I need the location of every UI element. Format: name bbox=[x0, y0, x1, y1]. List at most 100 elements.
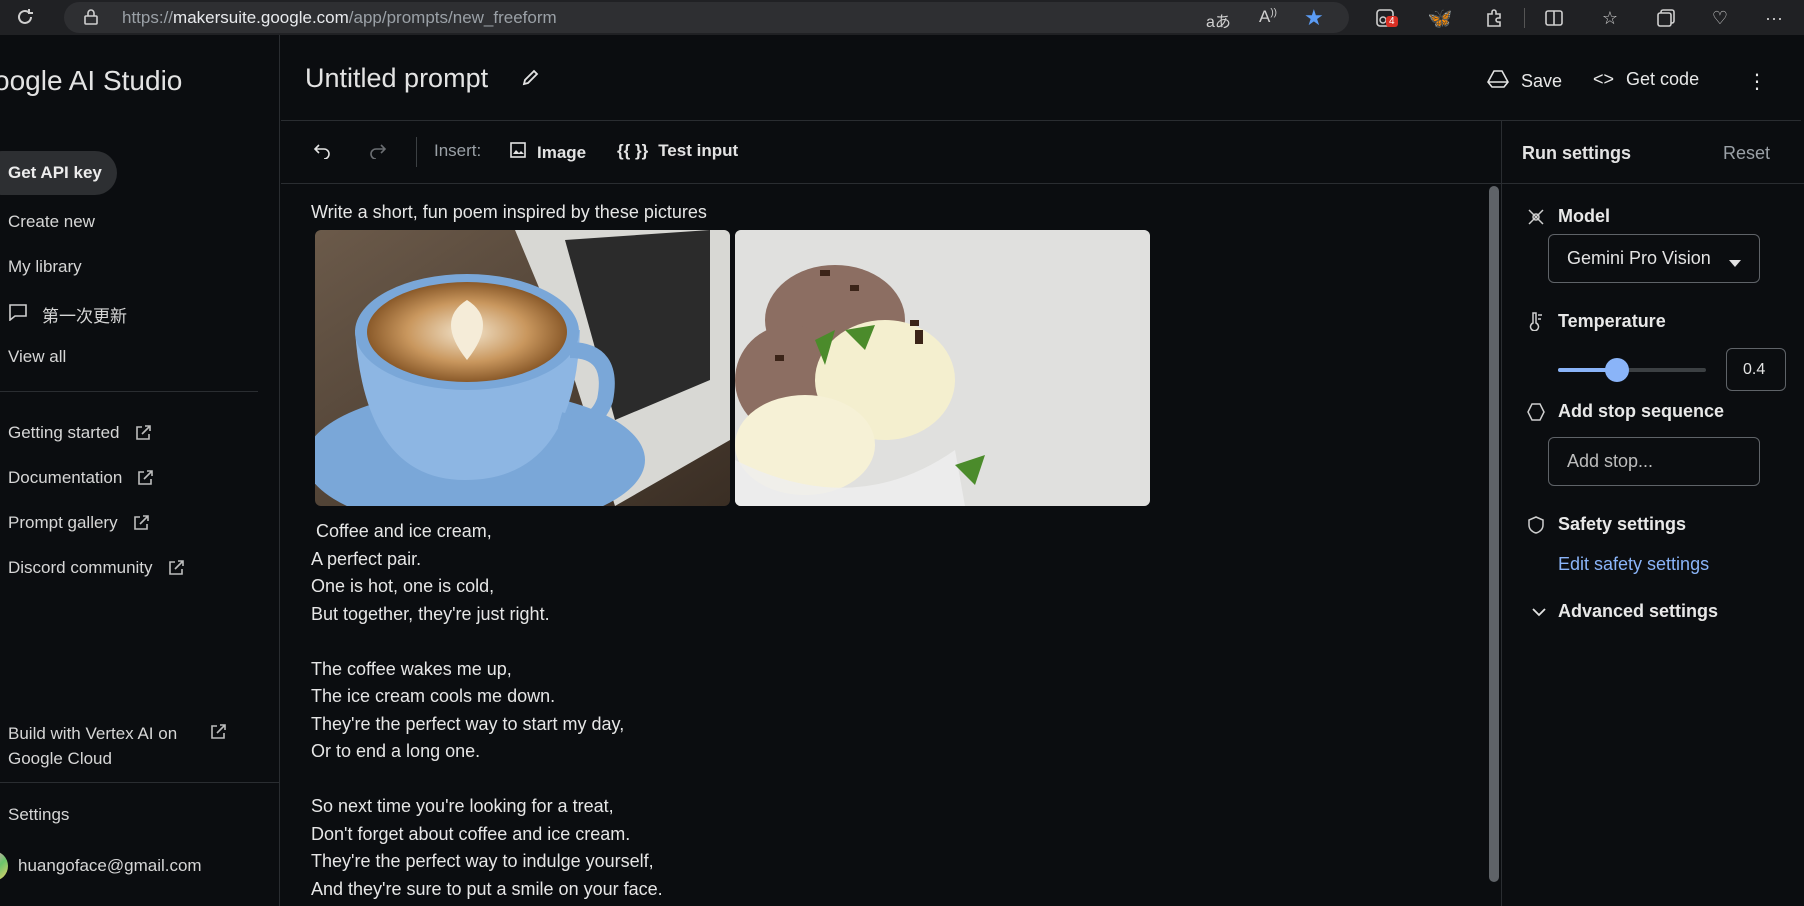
model-value: Gemini Pro Vision bbox=[1567, 248, 1711, 268]
advanced-settings-toggle[interactable]: Advanced settings bbox=[1558, 601, 1718, 622]
stop-sequence-label: Add stop sequence bbox=[1558, 401, 1725, 421]
vertex-ai-label: Build with Vertex AI on Google Cloud bbox=[8, 721, 177, 771]
temperature-label: Temperature bbox=[1558, 311, 1666, 331]
vertex-line-1: Build with Vertex AI on bbox=[8, 724, 178, 743]
discord-label: Discord community bbox=[8, 558, 153, 577]
sidebar-item-create-new[interactable]: Create new bbox=[8, 212, 95, 232]
documentation-label: Documentation bbox=[8, 468, 123, 487]
prompt-title[interactable]: Untitled prompt bbox=[305, 63, 488, 94]
sidebar-item-prompt-gallery[interactable]: Prompt gallery bbox=[8, 513, 150, 533]
favorites-icon[interactable]: ☆ bbox=[1598, 6, 1622, 30]
url-host: makersuite.google.com bbox=[173, 7, 349, 27]
external-link-icon bbox=[136, 469, 154, 487]
hexagon-stop-icon bbox=[1526, 402, 1546, 427]
model-icon bbox=[1526, 207, 1546, 232]
shield-icon bbox=[1526, 515, 1546, 540]
code-icon: <> bbox=[1593, 69, 1615, 89]
split-screen-icon[interactable] bbox=[1542, 6, 1566, 30]
braces-icon: {{ }} bbox=[617, 141, 649, 160]
test-input-label: Test input bbox=[658, 141, 739, 160]
sidebar-item-getting-started[interactable]: Getting started bbox=[8, 423, 152, 443]
insert-image-button[interactable]: Image bbox=[509, 141, 586, 164]
model-label: Model bbox=[1558, 206, 1610, 226]
redo-icon[interactable] bbox=[369, 141, 387, 159]
external-link-icon bbox=[132, 514, 150, 532]
app-title[interactable]: oogle AI Studio bbox=[0, 65, 182, 97]
lock-icon bbox=[84, 9, 98, 30]
sidebar-divider bbox=[0, 391, 258, 392]
drive-icon bbox=[1487, 69, 1509, 94]
temperature-value: 0.4 bbox=[1743, 361, 1766, 378]
get-api-key-button[interactable]: Get API key bbox=[0, 151, 117, 195]
reset-button[interactable]: Reset bbox=[1723, 143, 1770, 164]
avatar bbox=[0, 851, 8, 881]
extension-badge-count: 4 bbox=[1386, 16, 1398, 27]
chat-icon bbox=[8, 303, 28, 326]
ice-cream-image[interactable] bbox=[735, 230, 1150, 506]
edit-pencil-icon[interactable] bbox=[521, 67, 541, 92]
temperature-input[interactable]: 0.4 bbox=[1726, 348, 1786, 391]
prompt-header: Untitled prompt Save <> Get code ⋮ bbox=[281, 35, 1801, 121]
model-response[interactable]: Coffee and ice cream, A perfect pair. On… bbox=[311, 518, 663, 903]
stop-sequence-input[interactable]: Add stop... bbox=[1548, 437, 1760, 486]
reload-icon[interactable] bbox=[14, 6, 36, 28]
prompt-text[interactable]: Write a short, fun poem inspired by thes… bbox=[311, 202, 707, 223]
url-prefix: https:// bbox=[122, 7, 174, 27]
run-settings-panel: Run settings Reset Model Gemini Pro Visi… bbox=[1501, 121, 1804, 906]
sidebar-item-view-all[interactable]: View all bbox=[8, 347, 66, 367]
model-select[interactable]: Gemini Pro Vision bbox=[1548, 234, 1760, 283]
url-text: https://makersuite.google.com/app/prompt… bbox=[122, 8, 557, 28]
test-input-button[interactable]: {{ }} Test input bbox=[617, 141, 738, 161]
browser-essentials-icon[interactable]: ♡ bbox=[1708, 6, 1732, 30]
sidebar: oogle AI Studio Get API key Create new M… bbox=[0, 35, 280, 906]
sidebar-divider bbox=[0, 782, 280, 783]
browser-toolbar: https://makersuite.google.com/app/prompt… bbox=[0, 0, 1804, 35]
safety-settings-label: Safety settings bbox=[1558, 514, 1687, 534]
external-link-icon bbox=[167, 559, 185, 577]
get-code-button[interactable]: <> Get code bbox=[1593, 69, 1699, 90]
stop-sequence-placeholder: Add stop... bbox=[1567, 451, 1654, 471]
chevron-down-icon[interactable] bbox=[1532, 605, 1546, 623]
run-settings-header: Run settings Reset bbox=[1502, 121, 1804, 184]
bluesky-icon[interactable]: 🦋 bbox=[1428, 6, 1453, 30]
dropdown-arrow-icon bbox=[1729, 255, 1741, 273]
read-aloud-icon[interactable]: A)) bbox=[1259, 7, 1277, 27]
save-button[interactable]: Save bbox=[1487, 69, 1562, 94]
image-label: Image bbox=[537, 142, 587, 162]
thermometer-icon bbox=[1526, 311, 1546, 336]
coffee-image[interactable] bbox=[315, 230, 730, 506]
external-link-icon bbox=[134, 424, 152, 442]
address-bar[interactable]: https://makersuite.google.com/app/prompt… bbox=[64, 2, 1349, 33]
undo-icon[interactable] bbox=[313, 141, 331, 159]
edit-safety-settings-link[interactable]: Edit safety settings bbox=[1558, 554, 1709, 575]
insert-label: Insert: bbox=[434, 141, 482, 160]
favorite-star-icon[interactable]: ★ bbox=[1304, 5, 1324, 31]
translate-icon[interactable]: aあ bbox=[1206, 8, 1231, 32]
toolbar-divider bbox=[1524, 8, 1525, 28]
sidebar-item-documentation[interactable]: Documentation bbox=[8, 468, 154, 488]
sidebar-item-vertex-ai[interactable]: Build with Vertex AI on Google Cloud bbox=[8, 721, 227, 771]
editor-scrollbar[interactable] bbox=[1489, 186, 1499, 882]
get-code-label: Get code bbox=[1626, 69, 1700, 89]
extensions-puzzle-icon[interactable] bbox=[1482, 6, 1506, 30]
sidebar-item-discord[interactable]: Discord community bbox=[8, 558, 185, 578]
collections-icon[interactable] bbox=[1654, 6, 1678, 30]
sidebar-item-settings[interactable]: Settings bbox=[8, 805, 69, 825]
more-menu-icon[interactable]: ··· bbox=[1762, 6, 1786, 30]
temperature-slider[interactable] bbox=[1558, 358, 1706, 382]
temperature-slider-thumb[interactable] bbox=[1605, 358, 1630, 382]
vertex-line-2: Google Cloud bbox=[8, 749, 112, 768]
sidebar-item-my-library[interactable]: My library bbox=[8, 257, 82, 277]
editor-toolbar: Insert: Image {{ }} Test input bbox=[281, 121, 1501, 184]
more-options-icon[interactable]: ⋮ bbox=[1747, 69, 1767, 94]
account-email: huangoface@gmail.com bbox=[18, 856, 202, 875]
prompt-gallery-label: Prompt gallery bbox=[8, 513, 118, 532]
url-path: /app/prompts/new_freeform bbox=[348, 7, 557, 27]
extension-badge-icon[interactable]: 4 bbox=[1374, 6, 1398, 30]
run-settings-title: Run settings bbox=[1522, 143, 1632, 163]
external-link-icon bbox=[209, 723, 227, 741]
account-item[interactable]: huangoface@gmail.com bbox=[0, 851, 202, 881]
prompt-editor[interactable]: Write a short, fun poem inspired by thes… bbox=[281, 184, 1491, 906]
sidebar-item-recent-prompt[interactable]: 第一次更新 bbox=[8, 302, 127, 327]
image-icon bbox=[509, 141, 527, 164]
